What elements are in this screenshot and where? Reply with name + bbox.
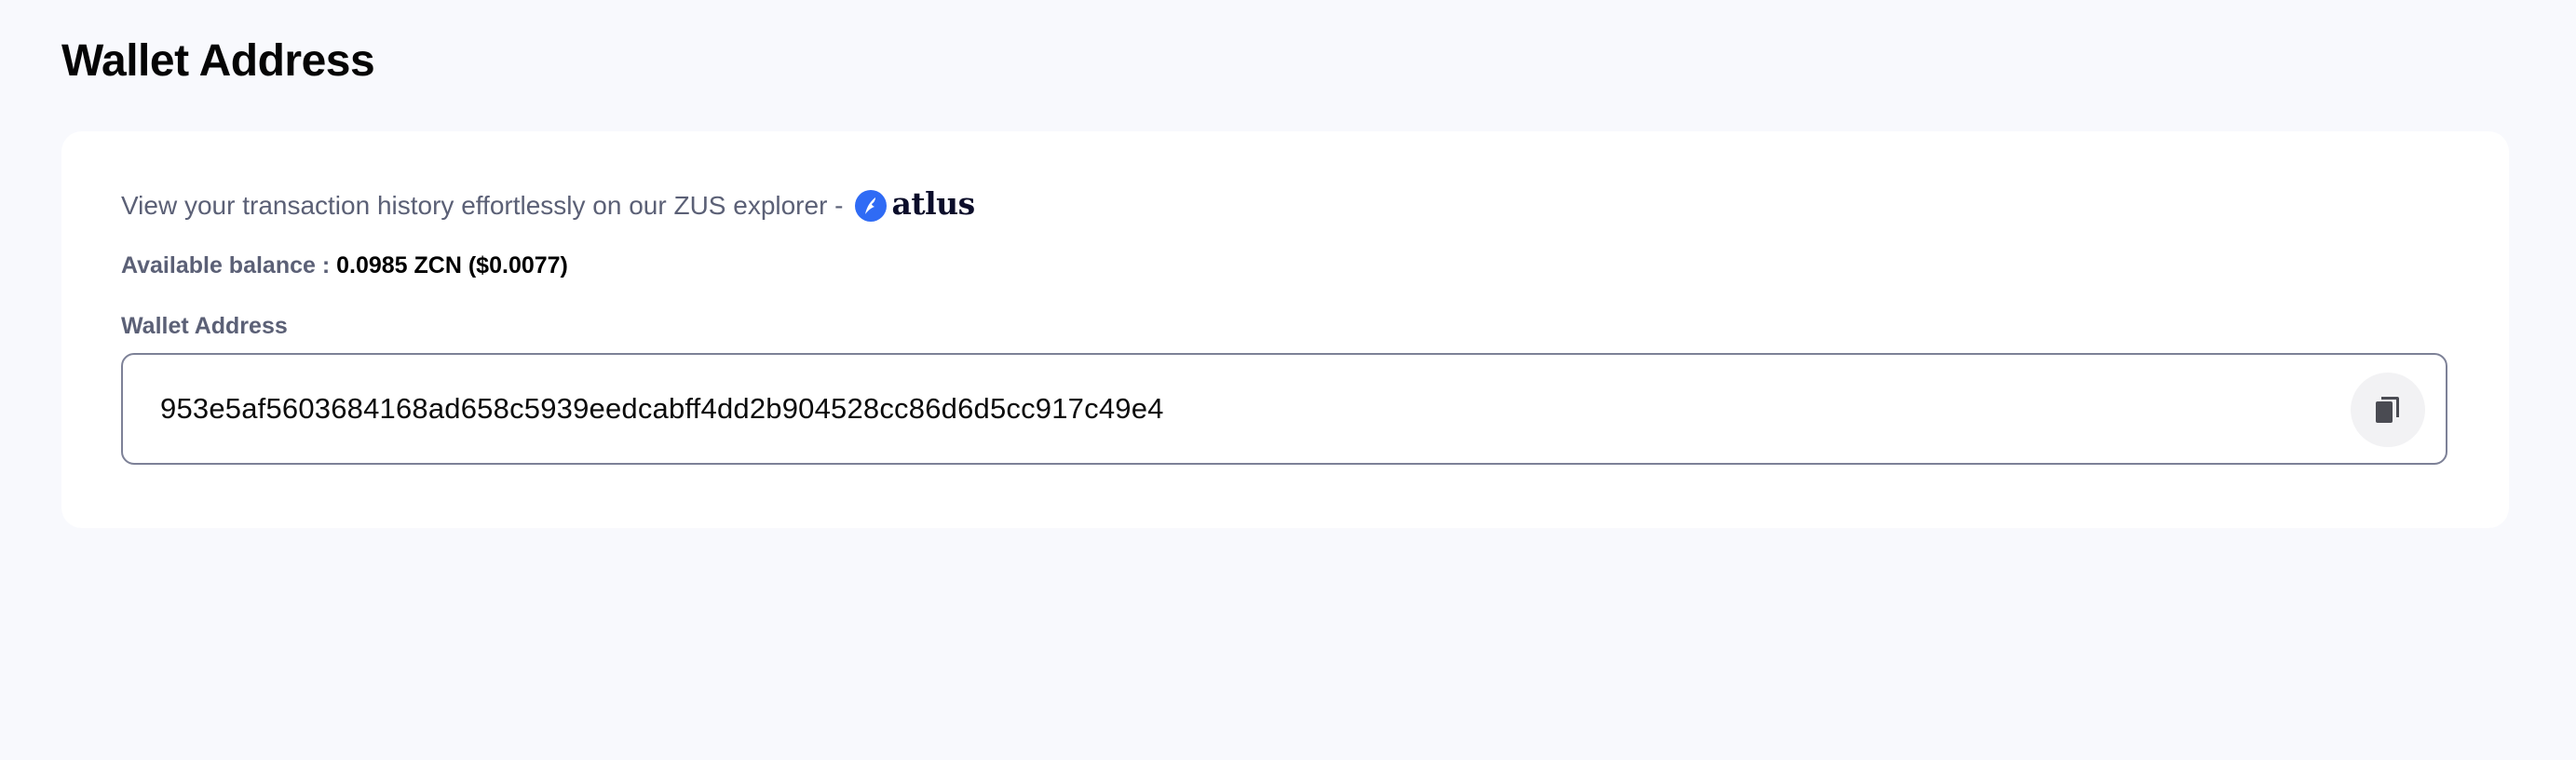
copy-icon bbox=[2371, 393, 2405, 427]
wallet-address-value[interactable]: 953e5af5603684168ad658c5939eedcabff4dd2b… bbox=[160, 392, 1164, 426]
atlus-wordmark: atlus bbox=[891, 185, 976, 222]
atlus-explorer-link[interactable]: atlus bbox=[854, 185, 976, 224]
wallet-card: View your transaction history effortless… bbox=[61, 131, 2509, 528]
wallet-address-label: Wallet Address bbox=[121, 313, 288, 339]
page-title: Wallet Address bbox=[61, 36, 375, 86]
balance-label: Available balance : bbox=[121, 252, 331, 278]
wallet-address-field[interactable]: 953e5af5603684168ad658c5939eedcabff4dd2b… bbox=[121, 353, 2447, 465]
balance-value: 0.0985 ZCN ($0.0077) bbox=[336, 252, 568, 278]
copy-address-button[interactable] bbox=[2351, 373, 2425, 447]
atlus-logo-icon bbox=[854, 189, 887, 222]
explorer-text: View your transaction history effortless… bbox=[121, 190, 844, 220]
available-balance: Available balance : 0.0985 ZCN ($0.0077) bbox=[121, 252, 568, 279]
explorer-line: View your transaction history effortless… bbox=[121, 185, 976, 224]
